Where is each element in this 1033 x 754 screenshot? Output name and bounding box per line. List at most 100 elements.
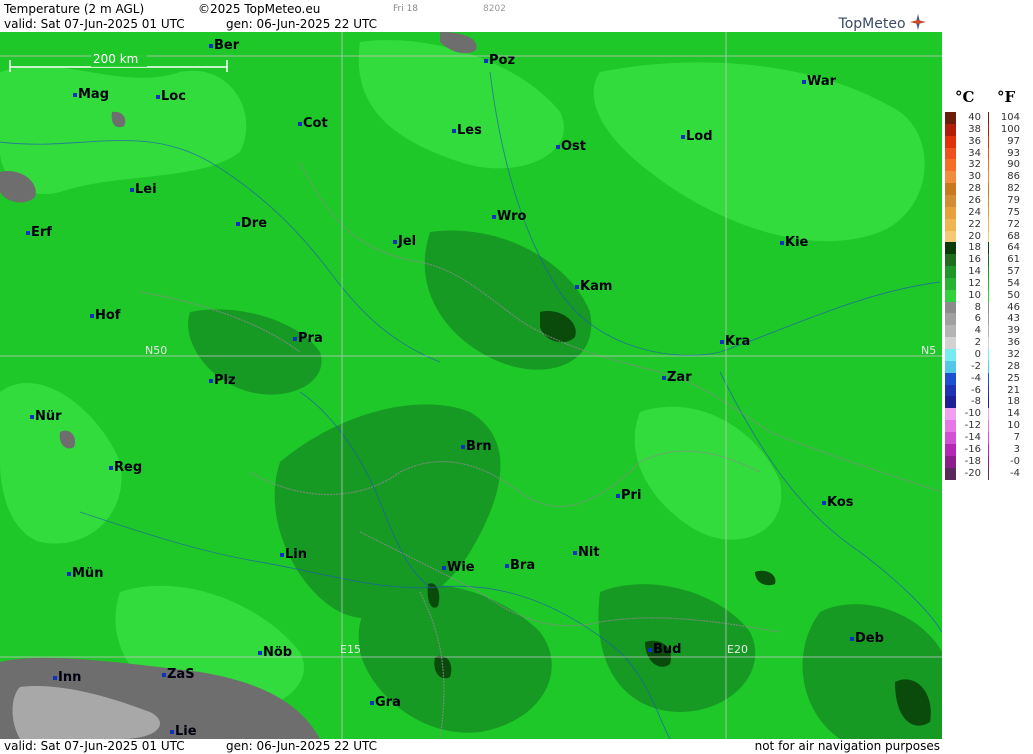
city-label: Bud: [648, 642, 681, 657]
legend-tick: [988, 171, 989, 184]
legend-celsius-value: 28: [968, 183, 981, 195]
legend-fahrenheit-value: 72: [1007, 218, 1020, 230]
city-label: Mag: [73, 87, 109, 102]
legend-tick: [988, 396, 989, 409]
legend-fahrenheit-value: -0: [1010, 455, 1020, 467]
legend-swatch: [945, 242, 956, 255]
legend-tick: [988, 289, 989, 302]
legend-celsius-value: -8: [971, 396, 981, 408]
legend-tick: [988, 301, 989, 314]
footer-valid-time: valid: Sat 07-Jun-2025 01 UTC: [4, 739, 185, 753]
map-header: Temperature (2 m AGL) ©2025 TopMeteo.eu …: [0, 0, 944, 32]
scale-label: 200 km: [93, 52, 139, 66]
legend-swatch: [945, 112, 956, 124]
city-label: War: [802, 74, 836, 89]
city-label: Bra: [505, 558, 535, 573]
legend-celsius-value: 12: [968, 277, 981, 289]
legend-fahrenheit-value: 25: [1007, 372, 1020, 384]
city-label: Nit: [573, 545, 600, 560]
legend-swatch: [945, 420, 956, 433]
generated-time: gen: 06-Jun-2025 22 UTC: [226, 17, 378, 31]
legend-celsius-value: 24: [968, 206, 981, 218]
temperature-map[interactable]: 200 km N50 N5 E15 E20 Ber Poz War Mag Lo…: [0, 32, 942, 739]
legend-celsius-value: 40: [968, 112, 981, 123]
legend-swatch: [945, 254, 956, 267]
city-label: Cot: [298, 116, 328, 131]
legend-fahrenheit-value: 46: [1007, 301, 1020, 313]
legend-celsius-value: -2: [971, 360, 981, 372]
city-label: Poz: [484, 53, 515, 68]
legend-swatch: [945, 384, 956, 397]
legend-tick: [988, 277, 989, 290]
legend-tick: [988, 467, 989, 480]
legend-tick: [988, 443, 989, 456]
legend-tick: [988, 242, 989, 255]
legend-celsius-value: 16: [968, 254, 981, 266]
legend-tick: [988, 384, 989, 397]
legend-swatch: [945, 396, 956, 409]
legend-swatch: [945, 455, 956, 468]
legend-fahrenheit-value: 86: [1007, 171, 1020, 183]
legend-swatch: [945, 277, 956, 290]
legend-tick: [988, 408, 989, 421]
city-label: Lei: [130, 182, 157, 197]
legend-celsius-value: -14: [964, 431, 981, 443]
legend-tick: [988, 135, 989, 148]
legend-tick: [988, 123, 989, 136]
legend-celsius-value: -18: [964, 455, 981, 467]
city-label: ZaS: [162, 667, 195, 682]
legend-celsius-value: 18: [968, 242, 981, 254]
legend-tick: [988, 194, 989, 207]
legend-tick: [988, 112, 989, 124]
legend-swatch: [945, 289, 956, 302]
city-label: Ost: [556, 139, 586, 154]
legend-celsius-value: 10: [968, 289, 981, 301]
city-label: Zar: [662, 370, 692, 385]
legend-celsius-value: 32: [968, 159, 981, 171]
legend-celsius-value: 14: [968, 266, 981, 278]
city-label: Kra: [720, 334, 750, 349]
legend-tick: [988, 455, 989, 468]
legend-fahrenheit-value: 90: [1007, 159, 1020, 171]
legend-fahrenheit-value: 61: [1007, 254, 1020, 266]
legend-tick: [988, 183, 989, 196]
legend-celsius-value: -6: [971, 384, 981, 396]
legend-fahrenheit-value: 100: [1000, 123, 1020, 135]
legend-swatch: [945, 360, 956, 373]
legend-fahrenheit-value: 14: [1007, 408, 1020, 420]
brand-logo: TopMeteo: [839, 14, 926, 32]
legend-tick: [988, 266, 989, 279]
legend-fahrenheit-value: 7: [1013, 431, 1020, 443]
legend-fahrenheit-value: 57: [1007, 266, 1020, 278]
legend-celsius-value: -4: [971, 372, 981, 384]
city-label: Les: [452, 123, 482, 138]
legend-fahrenheit-value: 32: [1007, 349, 1020, 360]
legend-fahrenheit-value: 3: [1013, 443, 1020, 455]
footer-generated-time: gen: 06-Jun-2025 22 UTC: [226, 739, 378, 753]
legend-fahrenheit-value: 104: [1000, 112, 1020, 123]
legend-swatch: [945, 313, 956, 326]
city-label: Erf: [26, 225, 52, 240]
legend-tick: [988, 420, 989, 433]
legend-tick: [988, 159, 989, 172]
legend-swatch: [945, 467, 956, 480]
legend-fahrenheit-value: 50: [1007, 289, 1020, 301]
compass-icon: [910, 14, 926, 30]
legend-tick: [988, 230, 989, 243]
legend-fahrenheit-value: 93: [1007, 147, 1020, 159]
valid-time: valid: Sat 07-Jun-2025 01 UTC: [4, 17, 185, 31]
map-title: Temperature (2 m AGL): [4, 2, 145, 16]
legend-celsius-value: -10: [964, 408, 981, 420]
legend-fahrenheit-value: 54: [1007, 277, 1020, 289]
legend-celsius-value: 2: [974, 337, 981, 349]
legend-celsius-value: 26: [968, 194, 981, 206]
legend-celsius-value: 22: [968, 218, 981, 230]
legend-tick: [988, 254, 989, 267]
legend-fahrenheit-value: 82: [1007, 183, 1020, 195]
legend-fahrenheit-value: 39: [1007, 325, 1020, 337]
legend-tick: [988, 431, 989, 444]
city-label: Brn: [461, 439, 492, 454]
legend-tick: [988, 349, 989, 361]
city-label: Deb: [850, 631, 884, 646]
city-label: Nöb: [258, 645, 292, 660]
